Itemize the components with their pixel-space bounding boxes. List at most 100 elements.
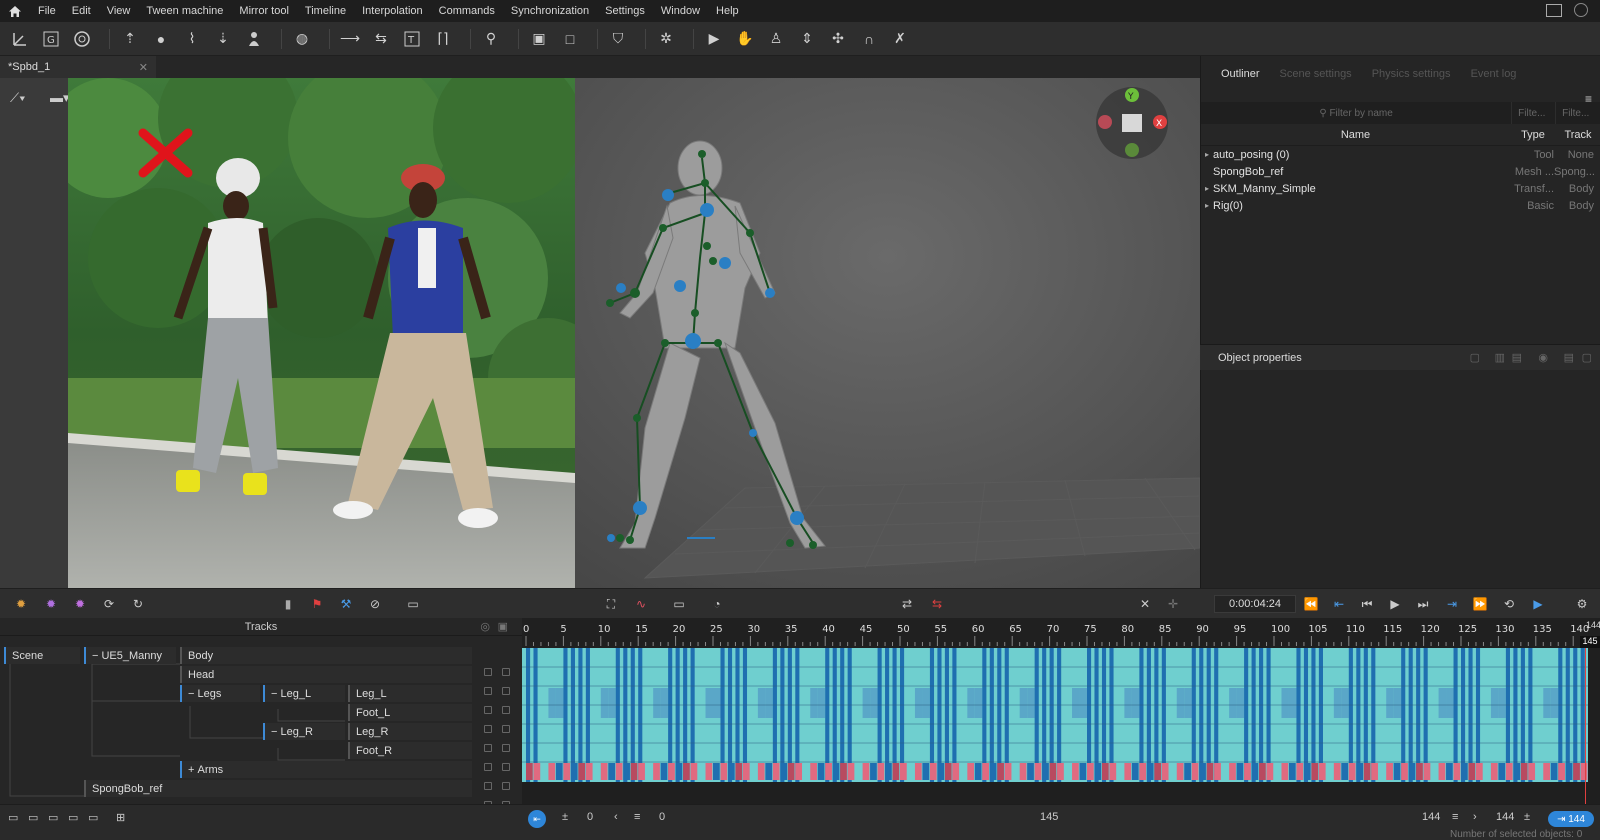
properties-icon-4[interactable]: ▤ bbox=[1564, 351, 1574, 364]
track-ue5-manny[interactable]: − UE5_Manny bbox=[84, 646, 176, 665]
timeline[interactable]: 0 5 10 15 20 25 30 35 40 45 50 55 60 65 70 75 80 85 90 95 10… bbox=[522, 618, 1600, 804]
arms-key[interactable] bbox=[653, 763, 660, 780]
spiral-icon[interactable] bbox=[70, 28, 94, 50]
plus-minus-icon[interactable]: ± bbox=[562, 811, 568, 823]
track-body[interactable]: Body bbox=[180, 646, 472, 665]
playhead[interactable] bbox=[1585, 648, 1586, 804]
arms-key[interactable] bbox=[877, 763, 885, 780]
tab-event-log[interactable]: Event log bbox=[1461, 64, 1527, 84]
rectangle-select-icon[interactable]: □ bbox=[558, 28, 582, 50]
pivot-icon[interactable]: ✛ bbox=[1162, 594, 1184, 614]
stretch-icon[interactable]: ⇕ bbox=[795, 28, 819, 50]
viewport[interactable]: ⟋▾ ▬▾ Y X bbox=[0, 78, 1200, 588]
arms-key[interactable] bbox=[1490, 763, 1498, 780]
axis-tool-icon[interactable] bbox=[8, 28, 32, 50]
outliner-row[interactable]: ▸ auto_posing (0) Tool None bbox=[1201, 146, 1600, 163]
key-block[interactable] bbox=[1131, 688, 1140, 718]
arms-key[interactable] bbox=[578, 763, 586, 780]
arms-key[interactable] bbox=[1558, 763, 1565, 780]
3d-scene[interactable]: Y X bbox=[575, 78, 1200, 588]
go-start-button[interactable]: ⇤ bbox=[528, 810, 546, 828]
frame-select-icon[interactable]: ▣ bbox=[527, 28, 551, 50]
start-frame-field[interactable]: 0 bbox=[587, 811, 593, 823]
key-block[interactable] bbox=[914, 688, 923, 718]
arms-key[interactable] bbox=[1498, 763, 1506, 780]
arms-key[interactable] bbox=[847, 763, 855, 780]
arms-key[interactable] bbox=[1079, 763, 1087, 780]
tab-physics-settings[interactable]: Physics settings bbox=[1362, 64, 1461, 84]
rewind-icon[interactable]: ⏪ bbox=[1300, 594, 1322, 614]
menu-commands[interactable]: Commands bbox=[431, 0, 503, 22]
key-block[interactable] bbox=[1281, 688, 1289, 718]
menu-mirror-tool[interactable]: Mirror tool bbox=[231, 0, 297, 22]
timeline-ruler[interactable]: 0 5 10 15 20 25 30 35 40 45 50 55 60 65 70 75 80 85 90 95 10… bbox=[522, 618, 1600, 648]
arms-key[interactable] bbox=[944, 763, 952, 780]
properties-icon-2[interactable]: ▥ bbox=[1495, 351, 1505, 364]
arms-key[interactable] bbox=[526, 763, 533, 780]
arms-key[interactable] bbox=[683, 763, 690, 780]
lock-icon[interactable]: ▣ bbox=[498, 620, 508, 633]
add-track-icon[interactable]: ▭ bbox=[8, 811, 18, 824]
arms-key[interactable] bbox=[1453, 763, 1461, 780]
arms-key[interactable] bbox=[922, 763, 930, 780]
track-head[interactable]: Head bbox=[180, 665, 472, 684]
track-checkbox[interactable] bbox=[484, 725, 492, 733]
arms-key[interactable] bbox=[1520, 763, 1528, 780]
arms-key[interactable] bbox=[1528, 763, 1536, 780]
menu-timeline[interactable]: Timeline bbox=[297, 0, 354, 22]
arms-key[interactable] bbox=[1348, 763, 1356, 780]
column-name[interactable]: Name bbox=[1201, 129, 1510, 141]
camera-icon[interactable]: ▬▾ bbox=[50, 90, 70, 106]
menu-tween-machine[interactable]: Tween machine bbox=[138, 0, 231, 22]
person-icon[interactable] bbox=[242, 28, 266, 50]
account-icon[interactable] bbox=[1574, 3, 1588, 17]
prev-frame-icon[interactable]: ⏮ bbox=[1356, 594, 1378, 614]
close-icon[interactable]: ✕ bbox=[139, 61, 148, 74]
curve-icon[interactable]: ⟶ bbox=[338, 28, 362, 50]
wave-icon[interactable]: ∿ bbox=[630, 594, 652, 614]
column-type[interactable]: Type bbox=[1510, 129, 1556, 141]
arms-key[interactable] bbox=[533, 763, 541, 780]
time-display[interactable]: 0:00:04:24 bbox=[1214, 595, 1296, 613]
arms-key[interactable] bbox=[1184, 763, 1191, 780]
arms-key[interactable] bbox=[929, 763, 937, 780]
key-block[interactable] bbox=[705, 688, 713, 718]
arms-key[interactable] bbox=[1461, 763, 1468, 780]
properties-icon[interactable]: ▢ bbox=[1470, 351, 1480, 364]
track-foot-r[interactable]: Foot_R bbox=[348, 741, 472, 760]
document-tab[interactable]: *Spbd_1 ✕ bbox=[0, 56, 156, 78]
track-checkbox[interactable] bbox=[484, 706, 492, 714]
tab-scene-settings[interactable]: Scene settings bbox=[1270, 64, 1362, 84]
figure-icon[interactable]: ♙ bbox=[764, 28, 788, 50]
outliner-row[interactable]: ▸ Rig(0) Basic Body bbox=[1201, 197, 1600, 214]
arms-key[interactable] bbox=[967, 763, 975, 780]
arms-key[interactable] bbox=[1244, 763, 1251, 780]
arms-key[interactable] bbox=[1094, 763, 1102, 780]
arms-key[interactable] bbox=[1161, 763, 1169, 780]
track-checkbox[interactable] bbox=[502, 744, 510, 752]
arms-key[interactable] bbox=[982, 763, 990, 780]
key-block[interactable] bbox=[653, 688, 661, 718]
arms-key[interactable] bbox=[1131, 763, 1139, 780]
arms-key[interactable] bbox=[623, 763, 630, 780]
arms-key[interactable] bbox=[742, 763, 750, 780]
arms-key[interactable] bbox=[1416, 763, 1423, 780]
arms-key[interactable] bbox=[570, 763, 578, 780]
track-checkbox[interactable] bbox=[484, 782, 492, 790]
track-leg-l[interactable]: Leg_L bbox=[348, 684, 472, 703]
key-block[interactable] bbox=[1490, 688, 1499, 718]
key-block[interactable] bbox=[1341, 688, 1349, 718]
first-key-icon[interactable]: ⇤ bbox=[1328, 594, 1350, 614]
arms-key[interactable] bbox=[1191, 763, 1199, 780]
track-leg-r[interactable]: Leg_R bbox=[348, 722, 472, 741]
menu-lines-icon[interactable]: ≡ bbox=[634, 811, 640, 823]
loop-icon[interactable]: ⟳ bbox=[98, 594, 120, 614]
arms-key[interactable] bbox=[832, 763, 840, 780]
arms-key[interactable] bbox=[952, 763, 960, 780]
key-block[interactable] bbox=[1446, 688, 1454, 718]
filter-type-input[interactable]: Filte... bbox=[1512, 102, 1557, 124]
track-checkbox[interactable] bbox=[502, 706, 510, 714]
arms-key[interactable] bbox=[1251, 763, 1259, 780]
key-block[interactable] bbox=[810, 688, 818, 718]
last-key-icon[interactable]: ⇥ bbox=[1441, 594, 1463, 614]
